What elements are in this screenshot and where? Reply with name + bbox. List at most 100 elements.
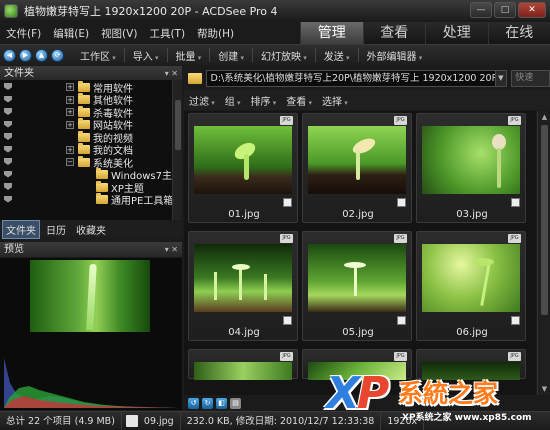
- slideshow-button[interactable]: 幻灯放映: [253, 48, 315, 63]
- tree-scrollbar[interactable]: [172, 80, 182, 220]
- thumbnail-image: [194, 126, 292, 194]
- folder-icon: [96, 193, 108, 204]
- thumbnail-image: [308, 362, 406, 380]
- thumbnail-checkbox[interactable]: [283, 316, 292, 325]
- group-button[interactable]: 组: [220, 93, 246, 108]
- tab-folders[interactable]: 文件夹: [2, 219, 40, 239]
- jpg-file-icon: [125, 415, 138, 427]
- thumbnail-image: [422, 244, 520, 312]
- thumbnail-grid: JPG 01.jpg JPG 02.jpg JPG 03.jpg JPG 04.jpg JPG 0…: [184, 111, 536, 395]
- folder-icon: [78, 118, 90, 129]
- menu-tools[interactable]: 工具(T): [143, 26, 191, 41]
- send-button[interactable]: 发送: [316, 48, 358, 63]
- tree-gutter-icon: [4, 183, 12, 190]
- expand-icon[interactable]: +: [66, 108, 74, 116]
- jpg-file-icon: JPG: [280, 352, 293, 361]
- tree-gutter-icon: [4, 170, 12, 178]
- menu-file[interactable]: 文件(F): [0, 26, 47, 41]
- batch-button[interactable]: 批量: [168, 48, 210, 63]
- scroll-down-icon[interactable]: ▼: [540, 385, 549, 393]
- menu-help[interactable]: 帮助(H): [191, 26, 240, 41]
- maximize-button[interactable]: □: [494, 2, 516, 18]
- thumbnail-image: [308, 244, 406, 312]
- thumbnail-filename: 04.jpg: [228, 327, 260, 338]
- jpg-file-icon: JPG: [394, 234, 407, 243]
- thumbnail-item[interactable]: JPG 02.jpg: [302, 113, 412, 223]
- vertical-scrollbar[interactable]: ▲ ▼: [537, 111, 550, 395]
- folder-icon: [78, 143, 90, 154]
- status-dimensions: 1920x: [381, 411, 425, 430]
- view-button[interactable]: 查看: [281, 93, 317, 108]
- thumbnail-checkbox[interactable]: [511, 198, 520, 207]
- expand-icon[interactable]: +: [66, 120, 74, 129]
- panel-controls[interactable]: ▾ ✕: [165, 242, 178, 257]
- scroll-up-icon[interactable]: ▲: [540, 113, 549, 121]
- quick-search-input[interactable]: 快速: [511, 69, 550, 87]
- select-button[interactable]: 选择: [317, 93, 353, 108]
- chevron-down-icon[interactable]: ▼: [495, 69, 508, 87]
- rotate-right-icon[interactable]: ↻: [202, 397, 213, 409]
- thumbnail-item[interactable]: JPG: [188, 349, 298, 380]
- expand-icon[interactable]: +: [66, 145, 74, 154]
- expand-icon[interactable]: +: [66, 83, 74, 91]
- expand-icon[interactable]: −: [66, 158, 74, 166]
- window-title: 植物嫩芽特写上 1920x1200 20P - ACDSee Pro 4: [24, 5, 278, 18]
- thumbnail-image: [194, 244, 292, 312]
- thumbnail-item[interactable]: JPG 04.jpg: [188, 231, 298, 341]
- external-editor-button[interactable]: 外部编辑器: [359, 48, 431, 63]
- thumbnail-item[interactable]: JPG 05.jpg: [302, 231, 412, 341]
- panel-controls[interactable]: ▾ ✕: [165, 66, 178, 81]
- folders-panel-header: 文件夹 ▾ ✕: [0, 66, 182, 81]
- app-icon: [4, 4, 18, 18]
- thumbnail-item[interactable]: JPG 06.jpg: [416, 231, 526, 341]
- back-icon[interactable]: ◀: [3, 48, 16, 62]
- tree-item[interactable]: 通用PE工具箱: [84, 193, 173, 207]
- refresh-icon[interactable]: ⟳: [51, 48, 64, 62]
- import-button[interactable]: 导入: [125, 48, 167, 63]
- rotate-left-icon[interactable]: ↺: [188, 397, 199, 409]
- folder-icon: [78, 105, 90, 117]
- tree-gutter-icon: [4, 120, 12, 128]
- minimize-button[interactable]: —: [470, 2, 492, 18]
- tree-gutter-icon: [4, 145, 12, 153]
- thumbnail-item[interactable]: JPG: [302, 349, 412, 380]
- workspace-button[interactable]: 工作区: [72, 48, 124, 63]
- tab-view[interactable]: 查看: [362, 22, 425, 44]
- menu-view[interactable]: 视图(V): [95, 26, 143, 41]
- tab-manage[interactable]: 管理: [300, 22, 363, 44]
- scroll-thumb[interactable]: [541, 125, 548, 315]
- tab-online[interactable]: 在线: [487, 22, 550, 44]
- thumbnail-checkbox[interactable]: [397, 316, 406, 325]
- filter-button[interactable]: 过滤: [184, 93, 220, 108]
- thumbnail-image: [308, 126, 406, 194]
- close-button[interactable]: ✕: [518, 2, 546, 18]
- thumbnail-checkbox[interactable]: [511, 316, 520, 325]
- thumbnail-image: [422, 126, 520, 194]
- up-icon[interactable]: ▲: [35, 48, 48, 62]
- print-icon[interactable]: ▤: [230, 397, 241, 409]
- thumbnail-item[interactable]: JPG 03.jpg: [416, 113, 526, 223]
- menu-edit[interactable]: 编辑(E): [47, 26, 95, 41]
- sort-button[interactable]: 排序: [246, 93, 282, 108]
- thumbnail-checkbox[interactable]: [283, 198, 292, 207]
- thumbnail-checkbox[interactable]: [397, 198, 406, 207]
- browser-toolbar: 过滤 组 排序 查看 选择: [184, 90, 550, 110]
- thumbnail-item[interactable]: JPG 01.jpg: [188, 113, 298, 223]
- folder-icon: [188, 72, 202, 84]
- histogram: [4, 358, 178, 408]
- expand-icon[interactable]: +: [66, 95, 74, 104]
- thumbnail-item[interactable]: JPG: [416, 349, 526, 380]
- tab-process[interactable]: 处理: [425, 22, 488, 44]
- compare-icon[interactable]: ◧: [216, 397, 227, 409]
- folder-icon: [78, 130, 90, 142]
- tab-calendar[interactable]: 日历: [42, 220, 70, 239]
- thumbnail-filename: 01.jpg: [228, 209, 260, 220]
- path-input[interactable]: D:\系统美化\植物嫩芽特写上20P\植物嫩芽特写上 1920x1200 20P: [205, 69, 496, 87]
- tab-favorites[interactable]: 收藏夹: [72, 220, 110, 239]
- thumbnail-filename: 02.jpg: [342, 209, 374, 220]
- mode-tabs: 管理 查看 处理 在线: [300, 22, 550, 44]
- left-panel-tabs: 文件夹 日历 收藏夹: [0, 219, 182, 239]
- forward-icon[interactable]: ▶: [19, 48, 32, 62]
- title-bar: 植物嫩芽特写上 1920x1200 20P - ACDSee Pro 4 — □…: [0, 0, 550, 22]
- create-button[interactable]: 创建: [210, 48, 252, 63]
